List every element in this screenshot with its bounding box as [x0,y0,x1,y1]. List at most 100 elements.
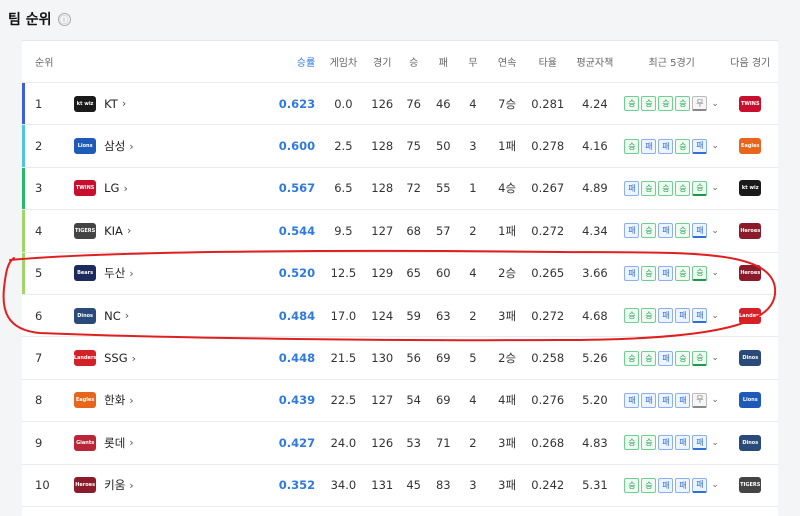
chevron-down-icon[interactable]: ⌄ [711,99,719,109]
draws: 2 [469,435,477,450]
next-game-cell[interactable]: Lions [723,392,778,409]
rank-color-bar [22,252,25,294]
table-row[interactable]: 2 Lions 삼성 › 0.600 2.5 128 75 50 3 1패 0.278 4.16… [22,125,778,168]
team-name[interactable]: 키움 [104,477,125,493]
recent-result-badge: 패 [658,392,674,408]
chevron-down-icon[interactable]: ⌄ [711,395,719,405]
next-game-cell[interactable]: Dinos [723,434,778,451]
next-opponent-logo[interactable]: Heroes [739,222,762,239]
next-game-cell[interactable]: TIGERS [723,477,778,494]
recent-5-cell: 패승패승승 ⌄ [621,265,723,281]
chevron-down-icon[interactable]: ⌄ [711,268,719,278]
chevron-right-icon[interactable]: › [122,97,126,110]
next-opponent-logo[interactable]: Dinos [739,350,762,367]
team-cell[interactable]: Giants 롯데 › [58,434,243,451]
recent-result-badge: 패 [658,223,674,239]
team-name[interactable]: KT [104,97,118,111]
next-game-cell[interactable]: TWINS [723,95,778,112]
chevron-right-icon[interactable]: › [129,479,133,492]
info-icon[interactable]: ⓘ [57,12,71,26]
table-row[interactable]: 10 Heroes 키움 › 0.352 34.0 131 45 83 3 3패 0.242 5… [22,465,778,507]
chevron-right-icon[interactable]: › [127,224,131,237]
team-name[interactable]: 롯데 [104,435,125,451]
col-losses[interactable]: 패 [428,54,458,69]
next-game-cell[interactable]: Eagles [723,138,778,155]
chevron-right-icon[interactable]: › [129,436,133,449]
next-opponent-logo[interactable]: Landers [739,307,762,324]
team-name[interactable]: SSG [104,351,128,365]
next-opponent-logo[interactable]: TWINS [739,95,762,112]
team-cell[interactable]: Bears 두산 › [58,265,243,282]
table-row[interactable]: 1 kt wiz KT › 0.623 0.0 126 76 46 4 7승 0.281 4.2… [22,83,778,126]
chevron-down-icon[interactable]: ⌄ [711,311,719,321]
next-opponent-logo[interactable]: Dinos [739,434,762,451]
table-row[interactable]: 6 Dinos NC › 0.484 17.0 124 59 63 2 3패 0.272 4.6… [22,295,778,338]
chevron-right-icon[interactable]: › [129,394,133,407]
chevron-down-icon[interactable]: ⌄ [711,141,719,151]
next-opponent-logo[interactable]: TIGERS [739,477,762,494]
chevron-down-icon[interactable]: ⌄ [711,438,719,448]
team-cell[interactable]: TWINS LG › [58,180,243,197]
table-row[interactable]: 4 TIGERS KIA › 0.544 9.5 127 68 57 2 1패 0.272 4.… [22,210,778,253]
wins: 56 [406,351,421,366]
next-game-cell[interactable]: Dinos [723,350,778,367]
recent-result-badge: 패 [624,223,640,239]
next-game-cell[interactable]: Heroes [723,222,778,239]
next-opponent-logo[interactable]: Heroes [739,265,762,282]
games-played: 128 [371,139,394,154]
chevron-right-icon[interactable]: › [125,309,129,322]
table-row[interactable]: 8 Eagles 한화 › 0.439 22.5 127 54 69 4 4패 0.276 5.… [22,380,778,423]
chevron-right-icon[interactable]: › [132,352,136,365]
team-name[interactable]: 한화 [104,392,125,408]
col-wins[interactable]: 승 [399,54,429,69]
team-cell[interactable]: TIGERS KIA › [58,222,243,239]
team-cell[interactable]: Landers SSG › [58,350,243,367]
chevron-down-icon[interactable]: ⌄ [711,480,719,490]
col-era[interactable]: 평균자책 [569,54,621,69]
recent-result-badge: 승 [624,138,640,154]
streak: 1패 [498,223,517,238]
team-cell[interactable]: Heroes 키움 › [58,477,243,494]
next-opponent-logo[interactable]: Lions [739,392,762,409]
chevron-right-icon[interactable]: › [123,182,127,195]
table-row[interactable]: 3 TWINS LG › 0.567 6.5 128 72 55 1 4승 0.267 4.89… [22,167,778,211]
recent-result-badge: 패 [692,435,708,451]
col-streak[interactable]: 연속 [488,54,527,69]
table-row[interactable]: 5 Bears 두산 › 0.520 12.5 129 65 60 4 2승 0.265 3.6… [22,252,778,295]
col-batting-avg[interactable]: 타율 [527,54,570,69]
recent-result-badge: 승 [624,350,640,366]
chevron-right-icon[interactable]: › [129,140,133,153]
draws: 2 [469,308,477,323]
table-row[interactable]: 9 Giants 롯데 › 0.427 24.0 126 53 71 2 3패 0.268 4.… [22,422,778,465]
team-name[interactable]: NC [104,309,121,323]
col-draws[interactable]: 무 [458,54,488,69]
recent-result-badge: 승 [641,180,657,196]
era: 5.31 [582,478,608,493]
games-behind: 22.5 [330,393,357,408]
next-opponent-logo[interactable]: kt wiz [739,180,762,197]
chevron-down-icon[interactable]: ⌄ [711,353,719,363]
next-opponent-logo[interactable]: Eagles [739,138,762,155]
team-logo: Lions [74,138,97,155]
team-name[interactable]: 삼성 [104,138,125,154]
chevron-down-icon[interactable]: ⌄ [711,183,719,193]
team-name[interactable]: 두산 [104,265,125,281]
rank-color-bar [22,83,25,125]
team-cell[interactable]: Eagles 한화 › [58,392,243,409]
chevron-down-icon[interactable]: ⌄ [711,226,719,236]
team-name[interactable]: LG [104,181,119,195]
col-games-behind[interactable]: 게임차 [321,54,365,69]
team-name[interactable]: KIA [104,224,123,238]
next-game-cell[interactable]: Heroes [723,265,778,282]
next-game-cell[interactable]: Landers [723,307,778,324]
col-win-pct[interactable]: 승률 [243,54,321,69]
next-game-cell[interactable]: kt wiz [723,180,778,197]
table-row[interactable]: 7 Landers SSG › 0.448 21.5 130 56 69 5 2승 0.258… [22,337,778,380]
games-played: 129 [371,266,394,281]
col-games[interactable]: 경기 [366,54,399,69]
team-cell[interactable]: Lions 삼성 › [58,138,243,155]
games-played: 130 [371,351,394,366]
team-cell[interactable]: kt wiz KT › [58,95,243,112]
team-cell[interactable]: Dinos NC › [58,307,243,324]
chevron-right-icon[interactable]: › [129,267,133,280]
